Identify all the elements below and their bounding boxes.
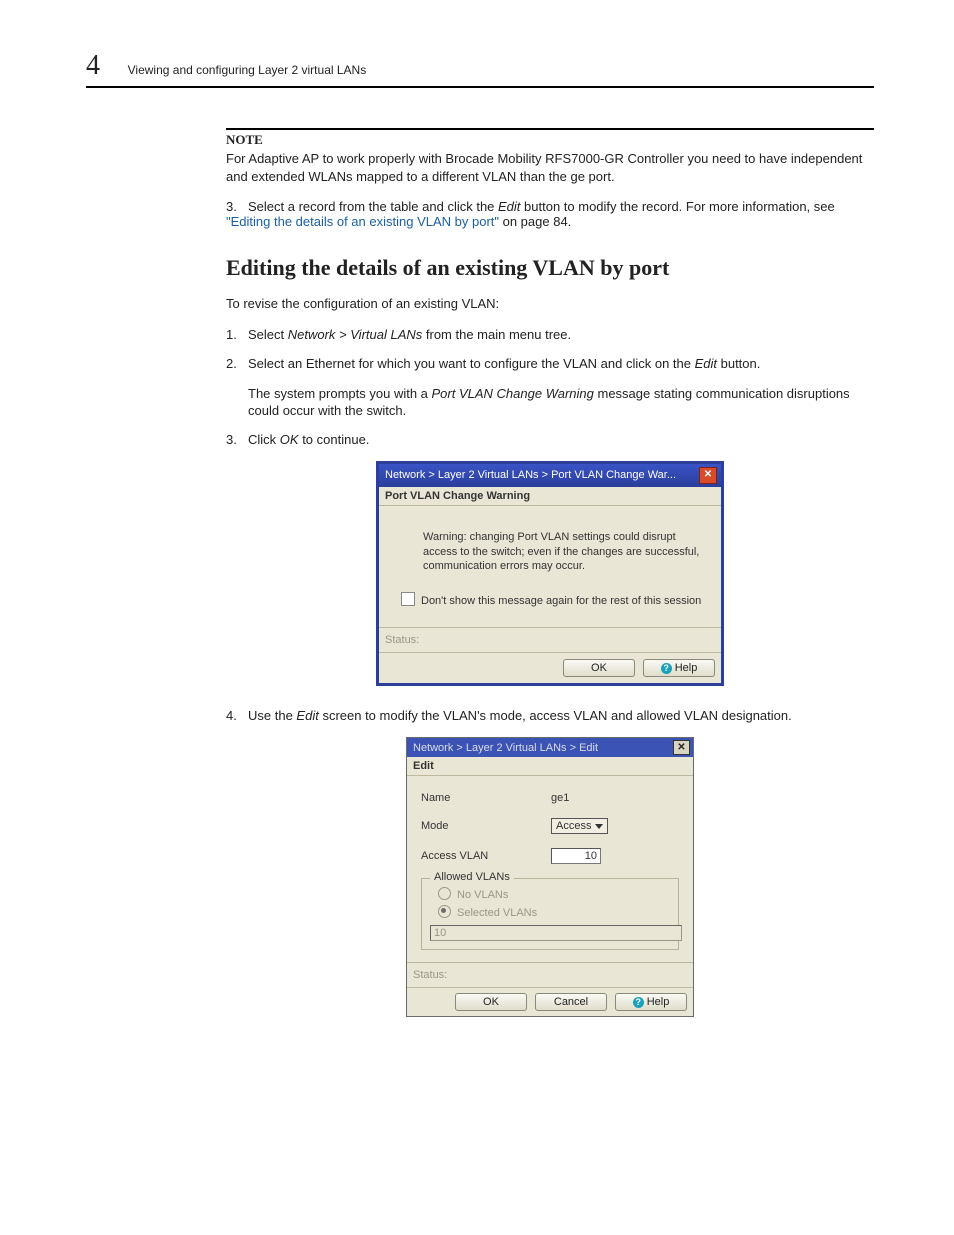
dont-show-again-label: Don't show this message again for the re…	[421, 595, 701, 607]
figure-warning-dialog: Network > Layer 2 Virtual LANs > Port VL…	[226, 461, 874, 687]
vlan-edit-dialog: Network > Layer 2 Virtual LANs > Edit ✕ …	[406, 737, 694, 1017]
help-button[interactable]: ? Help	[643, 659, 715, 677]
mode-select[interactable]: Access	[551, 818, 608, 834]
step-3: 3.Click OK to continue.	[226, 432, 874, 447]
access-vlan-row: Access VLAN 10	[421, 848, 679, 864]
dont-show-again-row: Don't show this message again for the re…	[379, 592, 721, 627]
pre-step-3: 3.Select a record from the table and cli…	[226, 199, 874, 229]
close-icon: ✕	[677, 743, 685, 753]
page-header: 4 Viewing and configuring Layer 2 virtua…	[86, 50, 874, 88]
access-vlan-input[interactable]: 10	[551, 848, 601, 864]
name-row: Name ge1	[421, 792, 679, 804]
step-1: 1.Select Network > Virtual LANs from the…	[226, 327, 874, 342]
name-label: Name	[421, 792, 551, 804]
status-row: Status:	[379, 627, 721, 652]
allowed-vlans-legend: Allowed VLANs	[430, 871, 514, 883]
ok-button[interactable]: OK	[563, 659, 635, 677]
status-row: Status:	[407, 962, 693, 987]
step-number: 3.	[226, 432, 248, 447]
dont-show-again-checkbox[interactable]	[401, 592, 415, 606]
mode-row: Mode Access	[421, 818, 679, 834]
no-vlans-label: No VLANs	[457, 889, 508, 901]
ok-button[interactable]: OK	[455, 993, 527, 1011]
mode-label: Mode	[421, 820, 551, 832]
selected-vlans-input[interactable]: 10	[430, 925, 682, 941]
selected-vlans-radio-row: Selected VLANs	[430, 903, 670, 921]
selected-vlans-label: Selected VLANs	[457, 907, 537, 919]
xref-link[interactable]: "Editing the details of an existing VLAN…	[226, 214, 499, 229]
selected-vlans-radio[interactable]	[438, 905, 451, 918]
dialog-button-row: OK ? Help	[379, 652, 721, 683]
intro-para: To revise the configuration of an existi…	[226, 295, 874, 313]
allowed-vlans-group: Allowed VLANs No VLANs Selected VLANs 10	[421, 878, 679, 950]
help-button[interactable]: ? Help	[615, 993, 687, 1011]
form-area: Name ge1 Mode Access Access VLAN 10	[407, 776, 693, 962]
port-vlan-warning-dialog: Network > Layer 2 Virtual LANs > Port VL…	[376, 461, 724, 687]
dialog-title: Network > Layer 2 Virtual LANs > Port VL…	[385, 469, 699, 481]
dialog-titlebar: Network > Layer 2 Virtual LANs > Port VL…	[379, 464, 721, 487]
step-number: 4.	[226, 708, 248, 723]
name-value: ge1	[551, 792, 569, 804]
step-4: 4.Use the Edit screen to modify the VLAN…	[226, 708, 874, 723]
step-2-follow: The system prompts you with a Port VLAN …	[248, 385, 874, 420]
no-vlans-radio[interactable]	[438, 887, 451, 900]
document-page: 4 Viewing and configuring Layer 2 virtua…	[0, 0, 954, 1235]
figure-edit-dialog: Network > Layer 2 Virtual LANs > Edit ✕ …	[226, 737, 874, 1017]
step-number: 2.	[226, 356, 248, 371]
content-column: NOTE For Adaptive AP to work properly wi…	[226, 128, 874, 1017]
mode-value: Access	[556, 820, 591, 832]
close-icon: ✕	[704, 470, 712, 480]
note-label: NOTE	[226, 132, 874, 148]
help-icon: ?	[633, 997, 644, 1008]
dialog-titlebar: Network > Layer 2 Virtual LANs > Edit ✕	[407, 738, 693, 757]
access-vlan-label: Access VLAN	[421, 850, 551, 862]
dialog-subtitle: Port VLAN Change Warning	[379, 487, 721, 506]
dialog-title: Network > Layer 2 Virtual LANs > Edit	[413, 742, 673, 754]
step-number: 3.	[226, 199, 248, 214]
warning-message: Warning: changing Port VLAN settings cou…	[379, 506, 721, 593]
close-button[interactable]: ✕	[699, 467, 717, 484]
step-number: 1.	[226, 327, 248, 342]
cancel-button[interactable]: Cancel	[535, 993, 607, 1011]
note-rule	[226, 128, 874, 130]
no-vlans-radio-row: No VLANs	[430, 885, 670, 903]
help-icon: ?	[661, 663, 672, 674]
chevron-down-icon	[595, 824, 603, 829]
dialog-button-row: OK Cancel ? Help	[407, 987, 693, 1016]
note-text: For Adaptive AP to work properly with Br…	[226, 150, 874, 185]
running-header: Viewing and configuring Layer 2 virtual …	[128, 63, 367, 77]
step-2: 2.Select an Ethernet for which you want …	[226, 356, 874, 420]
step-body: Select a record from the table and click…	[226, 199, 835, 229]
dialog-subtitle: Edit	[407, 757, 693, 776]
section-heading: Editing the details of an existing VLAN …	[226, 255, 874, 281]
chapter-number: 4	[86, 50, 100, 82]
close-button[interactable]: ✕	[673, 740, 690, 755]
